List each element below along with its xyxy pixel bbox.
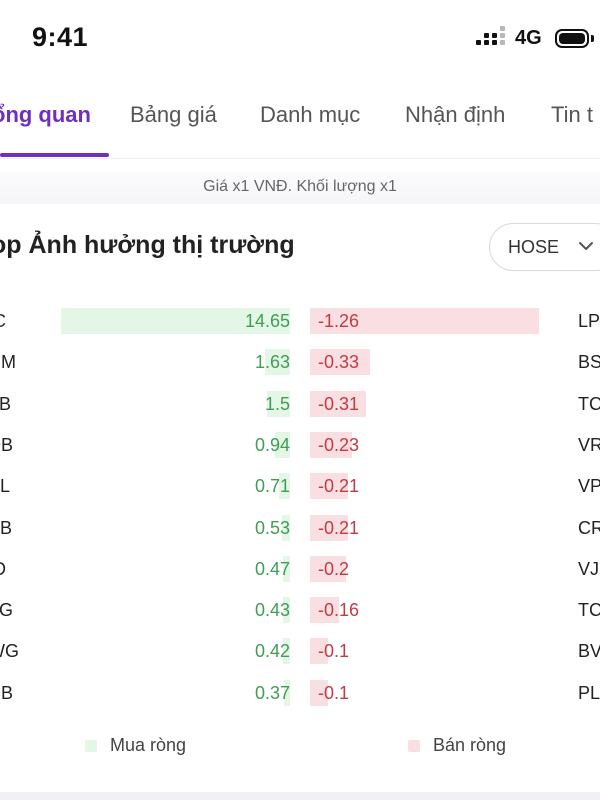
network-type: 4G (515, 27, 542, 49)
table-row[interactable]: TB 1.5 -0.31 TC (0, 383, 600, 424)
buy-value-label: 0.42 (254, 641, 290, 662)
sell-ticker: BV (578, 641, 600, 662)
bottom-divider (0, 792, 600, 800)
legend-sell-swatch (408, 740, 420, 752)
buy-value-label: 1.63 (254, 352, 290, 373)
table-row[interactable]: ID 0.47 -0.2 VJ (0, 548, 600, 589)
sell-ticker: TC (578, 393, 600, 414)
legend-buy-swatch (85, 740, 97, 752)
buy-ticker: HM (0, 352, 16, 373)
buy-ticker: IC (0, 311, 6, 332)
tab-analysis[interactable]: Nhận định (405, 102, 505, 128)
sell-ticker: VJ (578, 558, 600, 579)
active-tab-indicator (0, 153, 109, 157)
sell-value-label: -0.23 (318, 434, 360, 455)
table-row[interactable]: HM 1.63 -0.33 BS (0, 341, 600, 382)
buy-value-label: 0.43 (254, 600, 290, 621)
chevron-down-icon (579, 242, 593, 250)
exchange-value: HOSE (508, 237, 560, 257)
tab-news[interactable]: Tin t (551, 102, 593, 128)
sell-ticker: VR (578, 434, 600, 455)
sell-value-label: -0.33 (318, 352, 360, 373)
table-row[interactable]: DB 0.94 -0.23 VR (0, 424, 600, 465)
table-row[interactable]: CB 0.37 -0.1 PL (0, 672, 600, 713)
sell-value-label: -0.21 (318, 517, 360, 538)
tab-price-board[interactable]: Bảng giá (130, 102, 217, 128)
sell-ticker: BS (578, 352, 600, 373)
buy-ticker: BB (0, 517, 13, 538)
buy-ticker: ID (0, 559, 6, 580)
sell-ticker: CR (578, 517, 600, 538)
sell-value-label: -1.26 (318, 311, 360, 331)
table-row[interactable]: WG 0.42 -0.1 BV (0, 630, 600, 671)
buy-value-label: 14.65 (244, 311, 290, 331)
tab-portfolio[interactable]: Danh mục (260, 102, 360, 128)
sell-ticker: VP (578, 476, 600, 497)
buy-ticker: TB (0, 393, 12, 414)
legend-sell-label: Bán ròng (433, 735, 507, 755)
buy-value-label: 0.53 (254, 517, 290, 538)
buy-ticker: DB (0, 434, 14, 455)
sell-ticker: PL (578, 682, 600, 703)
sell-value-label: -0.21 (318, 476, 360, 497)
buy-ticker: WG (0, 641, 19, 662)
buy-value-label: 0.71 (254, 476, 290, 497)
table-row[interactable]: BB 0.53 -0.21 CR (0, 507, 600, 548)
tab-overview[interactable]: ổng quan (0, 102, 91, 128)
sell-value-label: -0.16 (318, 600, 360, 621)
buy-value-label: 0.47 (254, 558, 290, 579)
exchange-dropdown[interactable]: HOSE (489, 223, 600, 271)
sell-value-label: -0.1 (318, 641, 350, 662)
buy-value-label: 1.5 (264, 393, 290, 414)
table-row[interactable]: TG 0.43 -0.16 TC (0, 589, 600, 630)
buy-value-label: 0.94 (254, 434, 290, 455)
section-title: op Ảnh hưởng thị trường (0, 231, 295, 259)
status-time: 9:41 (32, 22, 89, 52)
tab-bar: ổng quan Bảng giá Danh mục Nhận định Tin… (0, 80, 600, 159)
battery-icon (555, 29, 594, 48)
unit-note: Giá x1 VNĐ. Khối lượng x1 (203, 178, 397, 195)
table-row[interactable]: IC 14.65 -1.26 LP (0, 300, 600, 341)
sell-value-label: -0.1 (318, 682, 350, 703)
status-bar: 9:41 4G (0, 0, 600, 80)
sell-value-label: -0.2 (318, 558, 350, 579)
sell-value-label: -0.31 (318, 393, 360, 414)
legend-buy-label: Mua ròng (110, 735, 187, 755)
signal-icon (476, 26, 508, 50)
buy-ticker: CB (0, 682, 14, 703)
sell-ticker: TC (578, 600, 600, 621)
table-row[interactable]: PL 0.71 -0.21 VP (0, 465, 600, 506)
buy-ticker: PL (0, 476, 11, 497)
buy-ticker: TG (0, 600, 13, 621)
sell-ticker: LP (578, 311, 600, 331)
buy-value-label: 0.37 (254, 682, 290, 703)
